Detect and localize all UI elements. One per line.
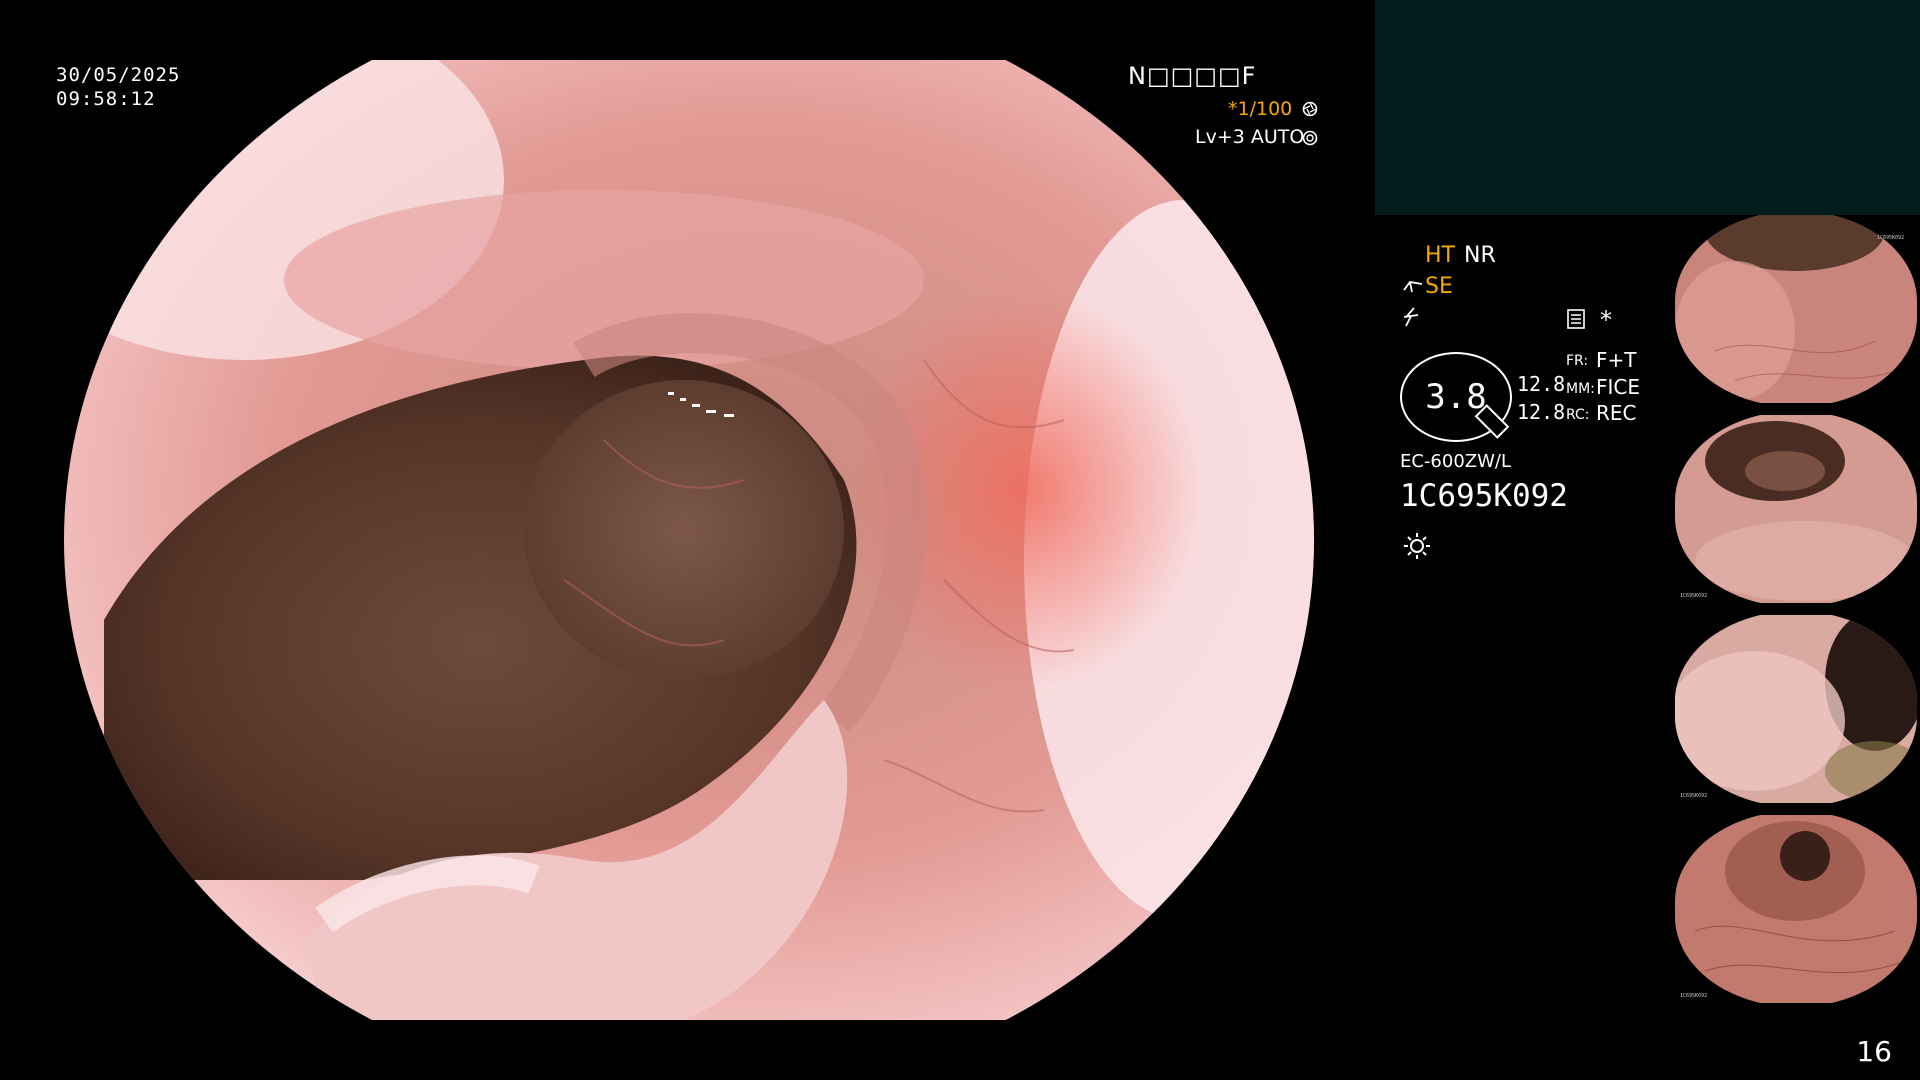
thumbnail-image xyxy=(1675,815,1917,1003)
rc-value: REC xyxy=(1596,401,1637,425)
thumbnail-image xyxy=(1675,415,1917,603)
info-panel xyxy=(1375,0,1920,215)
thumbnail-serial: 1C695K092 xyxy=(1680,793,1708,799)
aperture-icon xyxy=(1302,101,1318,121)
thumbnail-image xyxy=(1675,215,1917,403)
rc-label: RC: xyxy=(1566,407,1590,423)
exposure-level: Lv+3 AUTO xyxy=(1195,126,1305,148)
nr-indicator: NR xyxy=(1464,243,1496,268)
se-indicator: SE xyxy=(1425,274,1453,299)
mm-label: MM: xyxy=(1566,381,1595,397)
scope-serial: 1C695K092 xyxy=(1400,478,1568,514)
scope-model: EC-600ZW/L xyxy=(1400,451,1512,472)
page-number: 16 xyxy=(1856,1035,1892,1068)
sun-icon xyxy=(1402,530,1432,564)
zoom-value: 3.8 xyxy=(1425,377,1487,417)
patient-field: N□□□□F xyxy=(1128,62,1257,90)
date-display: 30/05/2025 xyxy=(56,64,181,86)
lightning-icon xyxy=(1402,306,1422,332)
thumbnail-serial: 1C695K092 xyxy=(1680,993,1708,999)
thumbnail-2[interactable]: 1C695K092 xyxy=(1672,415,1920,603)
time-display: 09:58:12 xyxy=(56,88,156,110)
iris-icon xyxy=(1302,130,1318,150)
endoscope-live-view xyxy=(64,60,1314,1020)
thumbnail-4[interactable]: 1C695K092 xyxy=(1672,815,1920,1003)
scope-tip-icon xyxy=(1402,278,1424,300)
thumbnail-1[interactable]: 1C695K092 xyxy=(1672,215,1920,403)
card-icon xyxy=(1566,308,1586,334)
fr-value: F+T xyxy=(1596,348,1637,372)
shutter-speed: *1/100 xyxy=(1228,98,1293,120)
thumbnail-image xyxy=(1675,615,1917,803)
mm-value: FICE xyxy=(1596,375,1641,399)
asterisk-mark: * xyxy=(1600,306,1612,334)
thumbnail-3[interactable]: 1C695K092 xyxy=(1672,615,1920,803)
value-b: 12.8 xyxy=(1517,400,1566,424)
fr-label: FR: xyxy=(1566,353,1589,369)
thumbnail-serial: 1C695K092 xyxy=(1680,593,1708,599)
ht-indicator: HT xyxy=(1425,243,1455,268)
thumbnail-serial: 1C695K092 xyxy=(1877,235,1905,241)
value-a: 12.8 xyxy=(1517,372,1566,396)
